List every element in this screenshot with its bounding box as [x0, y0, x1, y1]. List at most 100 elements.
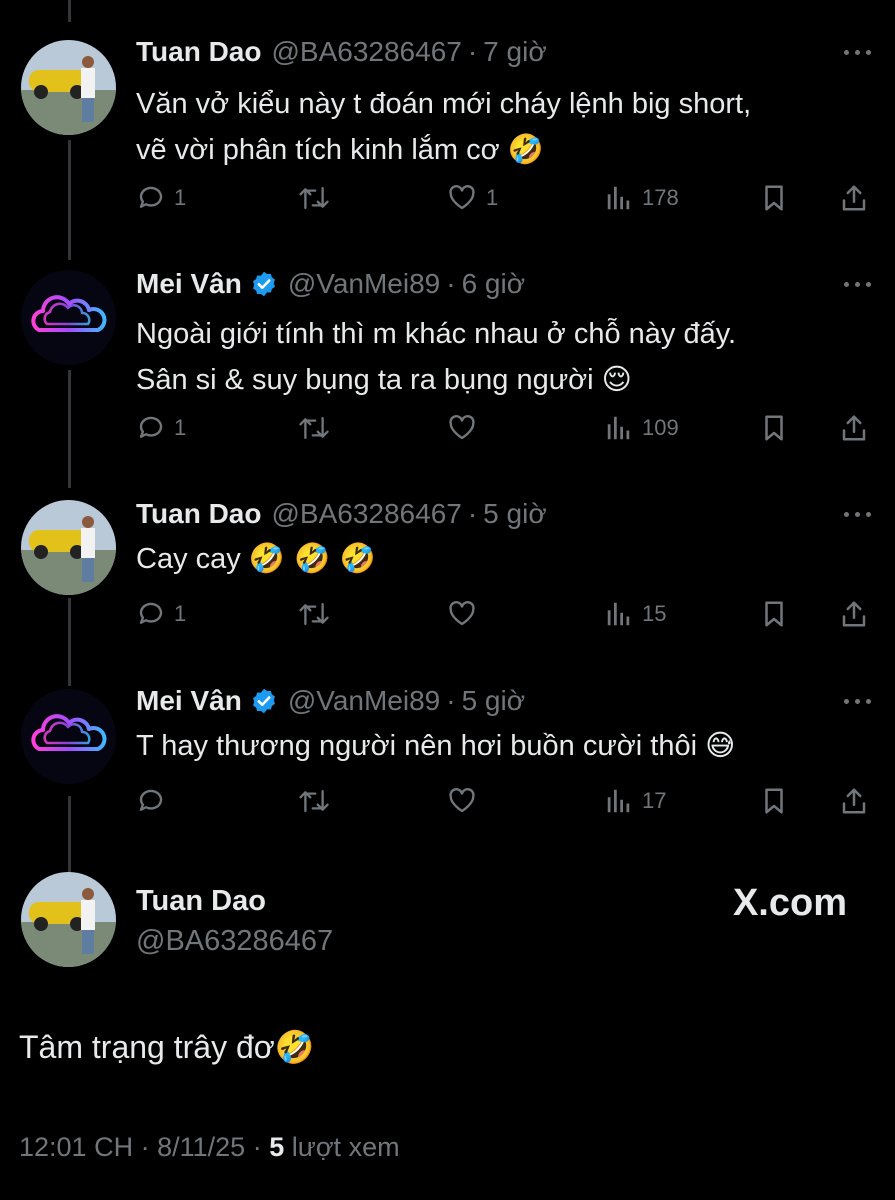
share-icon [842, 788, 866, 814]
bookmark-icon [765, 601, 783, 627]
more-icon[interactable] [844, 699, 871, 704]
share-button[interactable] [839, 178, 869, 218]
more-icon[interactable] [844, 512, 871, 517]
user-handle[interactable]: @BA63286467 [136, 925, 333, 958]
user-handle[interactable]: @BA63286467 [271, 498, 461, 530]
tweet-text-line: T hay thương người nên hơi buồn cười thô… [136, 730, 698, 762]
reply-icon [139, 186, 163, 208]
reply-icon [139, 602, 163, 624]
tweet-text: Tâm trạng trây đơ🤣 [19, 1028, 315, 1066]
like-icon [449, 788, 475, 813]
retweet-button[interactable] [298, 781, 338, 821]
tweet-text-line: Tâm trạng trây đơ [19, 1029, 275, 1065]
tweet-header: Mei Vân @VanMei89 · 5 giờ [136, 681, 525, 721]
x-logo: X.com [733, 882, 847, 925]
reply-count: 1 [174, 185, 187, 210]
avatar[interactable] [21, 270, 116, 365]
avatar[interactable] [21, 40, 116, 135]
retweet-button[interactable] [298, 178, 338, 218]
reply-icon [139, 416, 163, 438]
reply-count: 1 [174, 415, 187, 440]
emoji: 😌 [601, 362, 632, 396]
reply-button[interactable]: 1 [136, 408, 186, 448]
bookmark-button[interactable] [759, 594, 789, 634]
avatar[interactable] [21, 689, 116, 784]
thread-line [68, 0, 71, 22]
share-button[interactable] [839, 408, 869, 448]
display-name[interactable]: Tuan Dao [136, 498, 261, 530]
display-name[interactable]: Mei Vân [136, 685, 242, 717]
views-button[interactable]: 15 [604, 594, 666, 634]
reply-button[interactable] [136, 781, 174, 821]
like-icon [449, 601, 475, 626]
separator: · [252, 1132, 262, 1162]
like-button[interactable] [446, 781, 486, 821]
bookmark-button[interactable] [759, 781, 789, 821]
tweet-header: Tuan Dao @BA63286467 · 5 giờ [136, 494, 547, 534]
views-count: 17 [642, 788, 667, 813]
display-name[interactable]: Mei Vân [136, 268, 242, 300]
views-icon [607, 186, 630, 210]
bookmark-icon [765, 415, 783, 441]
like-button[interactable] [446, 594, 486, 634]
views-count: 109 [642, 415, 679, 440]
reply-icon [139, 789, 163, 811]
user-handle[interactable]: @VanMei89 [288, 685, 440, 717]
timestamp[interactable]: 12:01 CH [19, 1132, 133, 1162]
retweet-icon [299, 789, 329, 813]
tweet-text: Văn vở kiểu này t đoán mới cháy lệnh big… [136, 82, 751, 173]
reply-button[interactable]: 1 [136, 178, 186, 218]
avatar[interactable] [21, 872, 116, 967]
like-button[interactable] [446, 408, 486, 448]
views-icon [607, 602, 630, 626]
views-button[interactable]: 17 [604, 781, 666, 821]
bookmark-button[interactable] [759, 408, 789, 448]
retweet-button[interactable] [298, 408, 338, 448]
avatar[interactable] [21, 500, 116, 595]
separator: · [467, 498, 478, 529]
tweet-meta: 12:01 CH · 8/11/25 · 5 lượt xem [19, 1132, 400, 1163]
tweet-text: Cay cay 🤣 🤣 🤣 [136, 536, 376, 582]
more-icon[interactable] [844, 50, 871, 55]
tweet-text-line: Văn vở kiểu này t đoán mới cháy lệnh big… [136, 88, 752, 120]
date[interactable]: 8/11/25 [157, 1132, 245, 1162]
thread-line [68, 598, 71, 686]
thread-line [68, 370, 71, 488]
user-handle[interactable]: @VanMei89 [288, 268, 440, 300]
tweet-text: T hay thương người nên hơi buồn cười thô… [136, 723, 735, 769]
tweet-text-line: Ngoài giới tính thì m khác nhau ở chỗ nà… [136, 318, 737, 350]
action-bar: 17 [136, 781, 871, 821]
reply-button[interactable]: 1 [136, 594, 186, 634]
timestamp[interactable]: 6 giờ [462, 268, 526, 300]
views-icon [607, 789, 630, 813]
timestamp[interactable]: 5 giờ [483, 498, 547, 530]
retweet-icon [299, 416, 329, 440]
share-button[interactable] [839, 781, 869, 821]
tweet-text-line: Sân si & suy bụng ta ra bụng người [136, 364, 594, 396]
share-icon [842, 601, 866, 627]
views-icon [607, 416, 630, 440]
timestamp[interactable]: 5 giờ [462, 685, 526, 717]
views-button[interactable]: 178 [604, 178, 679, 218]
reply-count: 1 [174, 601, 187, 626]
display-name[interactable]: Tuan Dao [136, 36, 261, 68]
bookmark-icon [765, 185, 783, 211]
views-button[interactable]: 109 [604, 408, 679, 448]
separator: · [467, 36, 478, 67]
more-icon[interactable] [844, 282, 871, 287]
emoji: 🤣 🤣 🤣 [248, 541, 376, 575]
verified-badge-icon [250, 270, 278, 298]
display-name[interactable]: Tuan Dao [136, 885, 266, 918]
share-button[interactable] [839, 594, 869, 634]
like-button[interactable]: 1 [446, 178, 498, 218]
timestamp[interactable]: 7 giờ [483, 36, 547, 68]
tweet-text: Ngoài giới tính thì m khác nhau ở chỗ nà… [136, 312, 736, 403]
retweet-icon [299, 602, 329, 626]
user-handle[interactable]: @BA63286467 [271, 36, 461, 68]
action-bar: 1 1 178 [136, 178, 871, 218]
site-label: X.com [732, 882, 847, 924]
thread-line [68, 140, 71, 260]
bookmark-button[interactable] [759, 178, 789, 218]
share-icon [842, 415, 866, 441]
retweet-button[interactable] [298, 594, 338, 634]
